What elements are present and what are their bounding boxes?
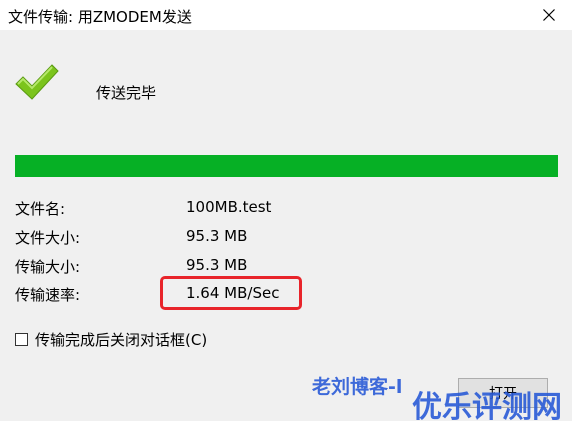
checkmark-icon: [15, 64, 59, 100]
watermark-text-2: 优乐评测网: [412, 390, 562, 421]
status-text: 传送完毕: [96, 84, 157, 102]
close-after-transfer-checkbox[interactable]: 传输完成后关闭对话框(C): [15, 330, 208, 349]
close-after-transfer-label: 传输完成后关闭对话框(C): [35, 330, 208, 349]
title-bar: 文件传输: 用ZMODEM发送: [0, 0, 572, 30]
transfer-rate-label: 传输速率:: [15, 286, 81, 304]
file-size-value: 95.3 MB: [186, 227, 248, 245]
transfer-size-label: 传输大小:: [15, 258, 81, 276]
progress-bar: [15, 155, 558, 177]
file-name-label: 文件名:: [15, 200, 66, 218]
close-button[interactable]: [526, 0, 572, 30]
file-name-value: 100MB.test: [186, 198, 272, 216]
watermark-text-1: 老刘博客-l: [312, 376, 403, 398]
progress-bar-fill: [15, 155, 558, 177]
file-size-label: 文件大小:: [15, 229, 81, 247]
window-title: 文件传输: 用ZMODEM发送: [8, 8, 192, 26]
transfer-rate-highlight: [160, 276, 302, 310]
checkbox-box[interactable]: [15, 332, 28, 346]
transfer-size-value: 95.3 MB: [186, 256, 248, 274]
file-transfer-dialog: 文件传输: 用ZMODEM发送 传送完毕 文件名: 100MB.test 文件大…: [0, 0, 572, 421]
close-icon: [543, 9, 555, 21]
